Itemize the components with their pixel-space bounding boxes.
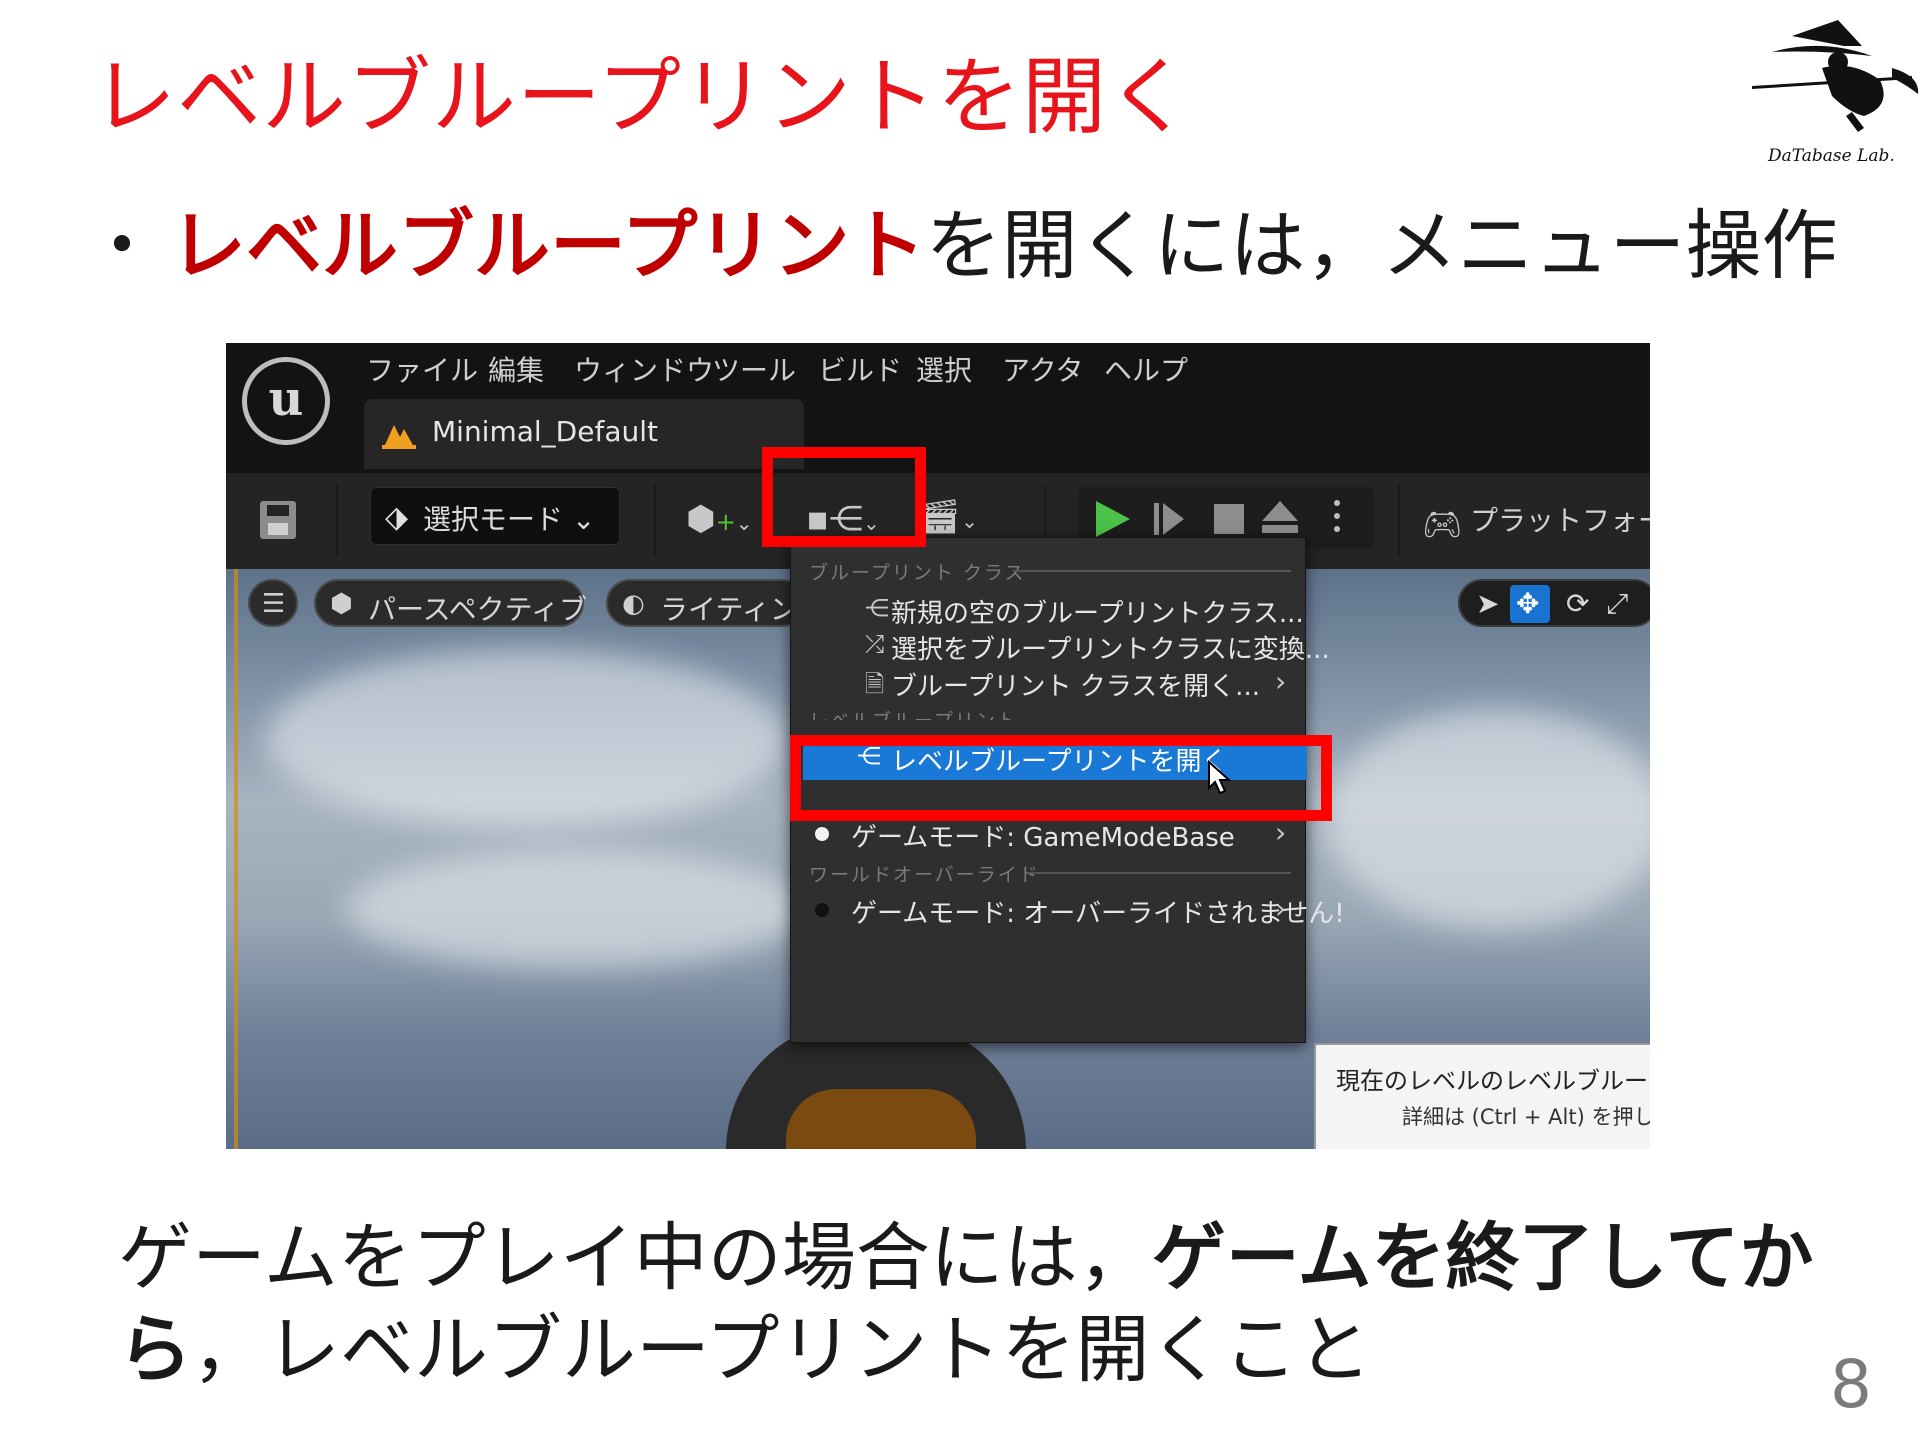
editor-screenshot: u ファイル 編集 ウィンドウ ツール ビルド 選択 アクタ ヘルプ Minim… [226, 343, 1650, 1149]
toolbar-separator [336, 485, 338, 557]
menu-item-label: ブループリント クラスを開く... [891, 672, 1260, 702]
menu-tools[interactable]: ツール [712, 349, 796, 389]
logo-text: DaTabase Lab. [1768, 146, 1895, 166]
level-tab[interactable]: Minimal_Default [364, 399, 804, 469]
step-icon[interactable] [1154, 501, 1186, 537]
viewport-border [234, 569, 238, 1149]
caption-line-1: ゲームをプレイ中の場合には，ゲームを終了してか [118, 1215, 1814, 1301]
convert-icon: ⤮ [865, 630, 885, 658]
menu-build[interactable]: ビルド [818, 349, 902, 389]
caption: ゲームをプレイ中の場合には，ゲームを終了してか ら，レベルブループリントを開くこ… [118, 1212, 1878, 1396]
more-options-icon[interactable] [1334, 497, 1340, 537]
cloud [346, 849, 806, 969]
lighting-icon: ◐ [622, 589, 645, 619]
menu-help[interactable]: ヘルプ [1104, 349, 1188, 389]
select-mode-icon: ⬗ [385, 500, 409, 535]
play-icon[interactable] [1096, 501, 1130, 537]
menu-item-open-blueprint-class[interactable]: 🗎︎ ブループリント クラスを開く... › [791, 661, 1307, 705]
menu-actor[interactable]: アクタ [1002, 349, 1083, 389]
tooltip-title: 現在のレベルのレベルブルー [1336, 1067, 1648, 1095]
submenu-arrow-icon: › [1275, 665, 1287, 698]
level-tab-label: Minimal_Default [432, 415, 658, 448]
level-icon [382, 425, 416, 449]
tooltip: 現在のレベルのレベルブルー 詳細は (Ctrl + Alt) を押して [1314, 1043, 1650, 1149]
open-blueprint-icon: 🗎︎ [865, 670, 885, 698]
cloud [266, 649, 786, 829]
menu-edit[interactable]: 編集 [488, 349, 544, 389]
tooltip-hint: 詳細は (Ctrl + Alt) を押して [1402, 1105, 1650, 1129]
section-divider [1027, 872, 1291, 874]
menu-item-label: ゲームモード: GameModeBase [851, 823, 1235, 853]
selection-mode-dropdown[interactable]: ⬗ 選択モード ⌄ [370, 487, 620, 545]
menu-file[interactable]: ファイル [366, 349, 478, 389]
toolbar-separator [1398, 485, 1400, 557]
caption-line-2: ら，レベルブループリントを開くこと [118, 1307, 1372, 1393]
stop-icon[interactable] [1214, 504, 1244, 534]
platforms-icon[interactable]: 🎮︎ [1422, 505, 1463, 543]
lighting-label: ライティン [660, 593, 798, 626]
menu-window[interactable]: ウィンドウ [574, 349, 714, 389]
hamburger-icon: ☰ [262, 589, 286, 619]
section-world-override: ワールドオーバーライド [809, 864, 1040, 886]
status-dot [815, 903, 829, 917]
bullet-text: を開くには，メニュー操作 [925, 201, 1838, 290]
bullet-point: ・レベルブループリントを開くには，メニュー操作 [84, 184, 1837, 294]
perspective-label: パースペクティブ [368, 593, 587, 626]
cube-icon: ⬢ [330, 589, 353, 619]
cinematics-icon[interactable]: 🎬︎⌄ [918, 497, 978, 537]
blueprint-class-icon: ⋲ [865, 594, 889, 622]
submenu-arrow-icon: › [1275, 892, 1287, 925]
section-blueprint-class: ブループリント クラス [809, 562, 1026, 584]
translate-icon[interactable]: ✥ [1516, 587, 1539, 620]
cloud [1326, 709, 1650, 929]
perspective-button[interactable]: ⬢ パースペクティブ [314, 579, 587, 627]
menu-item-game-mode-override[interactable]: ゲームモード: オーバーライドされません! › [791, 888, 1345, 932]
helmet-visor [786, 1089, 976, 1149]
viewport-options-button[interactable]: ☰ [248, 579, 298, 627]
annotation-box-open-level-blueprint [790, 735, 1332, 821]
add-actor-icon[interactable]: ⬢+⌄ [686, 499, 753, 539]
save-icon[interactable] [260, 501, 296, 539]
select-cursor-icon[interactable]: ➤ [1476, 587, 1499, 620]
page-number: 8 [1830, 1346, 1872, 1423]
eject-icon-bar [1262, 525, 1298, 533]
lighting-button[interactable]: ◐ ライティン [606, 579, 806, 627]
menu-select[interactable]: 選択 [916, 349, 972, 389]
rotate-icon[interactable]: ⟳ [1566, 587, 1589, 620]
unreal-logo-icon[interactable]: u [242, 357, 330, 445]
title-bar: u ファイル 編集 ウィンドウ ツール ビルド 選択 アクタ ヘルプ Minim… [226, 343, 1650, 473]
toolbar-separator [654, 485, 656, 557]
bullet-highlight: レベルブループリント [170, 201, 926, 290]
transform-tools: ➤ ✥ ⟳ ⤢ [1458, 579, 1650, 627]
menu-item-label: ゲームモード: オーバーライドされません! [851, 899, 1345, 929]
scale-icon[interactable]: ⤢ [1606, 587, 1628, 621]
annotation-box-blueprint-button [762, 447, 926, 547]
bullet-dot: ・ [84, 201, 160, 290]
selection-mode-label: 選択モード ⌄ [423, 503, 596, 536]
section-divider [1013, 570, 1291, 572]
platforms-label[interactable]: プラットフォー [1470, 499, 1650, 539]
slide-title: レベルブループリントを開く [92, 48, 1192, 146]
status-dot [815, 827, 829, 841]
section-level-blueprint: レベルブループリント [809, 706, 1018, 720]
eject-icon[interactable] [1262, 501, 1298, 521]
